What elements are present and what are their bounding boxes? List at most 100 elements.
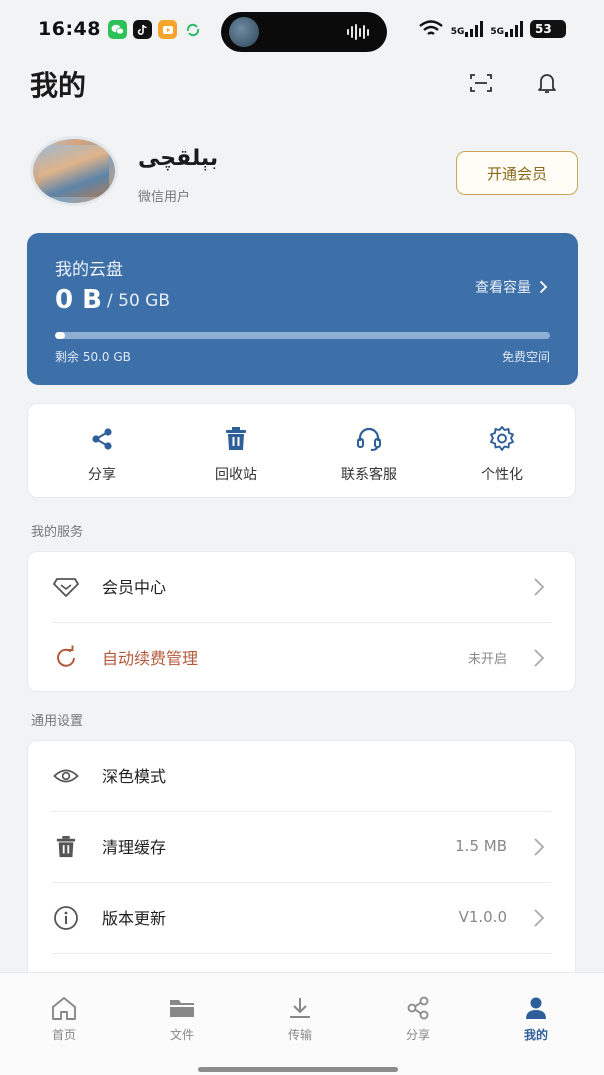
- status-indicators: 5G 5G 53: [418, 20, 566, 38]
- quick-action-support[interactable]: 联系客服: [309, 424, 429, 484]
- tab-label: 传输: [287, 1028, 312, 1042]
- cloud-remaining: 剩余 50.0 GB: [55, 350, 131, 364]
- bottom-tab-bar: 首页 文件 传输 分享 我的: [0, 972, 604, 1075]
- chevron-right-icon: [534, 649, 545, 667]
- avatar-photo: [39, 145, 109, 197]
- tiktok-icon: [133, 20, 152, 39]
- storage-progress-bar: [55, 332, 550, 339]
- list-item-value: 1.5 MB: [455, 837, 507, 855]
- quick-action-label: 联系客服: [341, 467, 397, 483]
- diamond-icon: [53, 578, 79, 597]
- signal-bars-icon: [465, 21, 484, 37]
- trash-icon: [56, 836, 76, 858]
- video-app-icon: [158, 20, 177, 39]
- home-icon: [52, 997, 76, 1020]
- headset-icon: [357, 427, 381, 451]
- cloud-storage-card[interactable]: 我的云盘 0 B / 50 GB 查看容量 剩余 50.0 GB 免费空间: [27, 233, 578, 385]
- tab-share[interactable]: 分享: [378, 995, 458, 1043]
- chevron-right-icon: [539, 280, 548, 294]
- cell-signal-2: 5G: [490, 21, 523, 37]
- tab-files[interactable]: 文件: [142, 995, 222, 1043]
- list-item-vip-center[interactable]: 会员中心: [28, 552, 575, 622]
- tab-label: 分享: [405, 1028, 430, 1042]
- cloud-used: 0 B: [55, 285, 102, 315]
- audio-wave-icon: [347, 23, 369, 41]
- view-capacity-label: 查看容量: [475, 280, 531, 296]
- notification-button[interactable]: [534, 70, 560, 96]
- share-icon: [92, 428, 112, 450]
- user-icon: [526, 997, 546, 1019]
- wifi-icon: [418, 20, 443, 35]
- profile-section: بېلقچى 微信用户 开通会员: [0, 134, 604, 210]
- folder-icon: [170, 1000, 194, 1017]
- tab-label: 文件: [169, 1028, 194, 1042]
- user-subtitle: 微信用户: [138, 190, 191, 205]
- bell-icon: [538, 74, 556, 93]
- eye-icon: [53, 769, 79, 783]
- list-item-label: 自动续费管理: [102, 649, 199, 668]
- tab-transfer[interactable]: 传输: [260, 995, 340, 1043]
- cloud-free-label: 免费空间: [501, 350, 550, 364]
- quick-action-label: 个性化: [481, 467, 523, 483]
- avatar[interactable]: [30, 136, 118, 206]
- services-section-title: 我的服务: [31, 525, 84, 540]
- quick-action-label: 回收站: [215, 467, 257, 483]
- wechat-icon: [108, 20, 127, 39]
- list-item-label: 清理缓存: [102, 838, 167, 857]
- profile-page: 16:48 5G 5G 53 我的 بېلقچى 微信用户 开通会员 我的云盘 …: [0, 0, 604, 1075]
- notification-icons: [108, 20, 202, 39]
- cell-signal-1: 5G: [451, 21, 484, 37]
- view-capacity-link[interactable]: 查看容量: [475, 277, 548, 297]
- island-album-art: [229, 17, 259, 47]
- chevron-right-icon: [534, 578, 545, 596]
- download-icon: [290, 998, 310, 1018]
- tab-home[interactable]: 首页: [24, 995, 104, 1043]
- list-item-label: 深色模式: [102, 767, 167, 786]
- quick-action-share[interactable]: 分享: [42, 424, 162, 484]
- services-list: 会员中心 自动续费管理 未开启: [27, 551, 576, 692]
- list-item-value: V1.0.0: [458, 908, 507, 926]
- chevron-right-icon: [534, 909, 545, 927]
- info-icon: [54, 906, 78, 930]
- settings-list: 深色模式 清理缓存 1.5 MB 版本更新 V1.0.0: [27, 740, 576, 980]
- settings-section-title: 通用设置: [31, 714, 84, 729]
- list-item-version-update[interactable]: 版本更新 V1.0.0: [28, 883, 575, 953]
- quick-action-personalize[interactable]: 个性化: [442, 424, 562, 484]
- signal-bars-icon: [505, 21, 523, 37]
- list-item-clear-cache[interactable]: 清理缓存 1.5 MB: [28, 812, 575, 882]
- network-type-label: 5G: [490, 27, 504, 37]
- list-item-value: 未开启: [467, 652, 507, 667]
- refresh-icon: [57, 645, 75, 667]
- scan-button[interactable]: [468, 70, 494, 96]
- page-header: 我的: [0, 60, 604, 106]
- list-item-dark-mode[interactable]: 深色模式: [28, 741, 575, 811]
- storage-progress-fill: [55, 332, 65, 339]
- quick-action-recycle-bin[interactable]: 回收站: [176, 424, 296, 484]
- list-item-auto-renew[interactable]: 自动续费管理 未开启: [28, 623, 575, 691]
- open-vip-button[interactable]: 开通会员: [456, 151, 578, 195]
- gear-icon: [490, 426, 514, 451]
- network-type-label: 5G: [450, 27, 465, 37]
- trash-icon: [226, 427, 246, 450]
- cloud-title: 我的云盘: [55, 260, 123, 280]
- scan-icon: [470, 74, 492, 92]
- user-name: بېلقچى: [138, 146, 219, 171]
- home-indicator: [198, 1067, 398, 1072]
- quick-actions: 分享 回收站 联系客服 个性化: [27, 403, 576, 498]
- tab-label: 首页: [51, 1028, 76, 1042]
- divider: [52, 953, 551, 954]
- list-item-label: 会员中心: [102, 578, 167, 597]
- cloud-total: / 50 GB: [107, 291, 171, 311]
- status-bar: 16:48 5G 5G 53: [0, 0, 604, 60]
- page-title: 我的: [30, 69, 87, 102]
- tab-label: 我的: [523, 1028, 548, 1042]
- chevron-right-icon: [534, 838, 545, 856]
- sync-app-icon: [183, 20, 202, 39]
- list-item-label: 版本更新: [102, 909, 167, 928]
- tab-mine[interactable]: 我的: [496, 995, 576, 1043]
- share-icon: [407, 996, 429, 1020]
- dynamic-island: [221, 12, 387, 52]
- battery-indicator: 53: [530, 20, 566, 38]
- status-time: 16:48: [38, 18, 101, 40]
- quick-action-label: 分享: [88, 467, 116, 483]
